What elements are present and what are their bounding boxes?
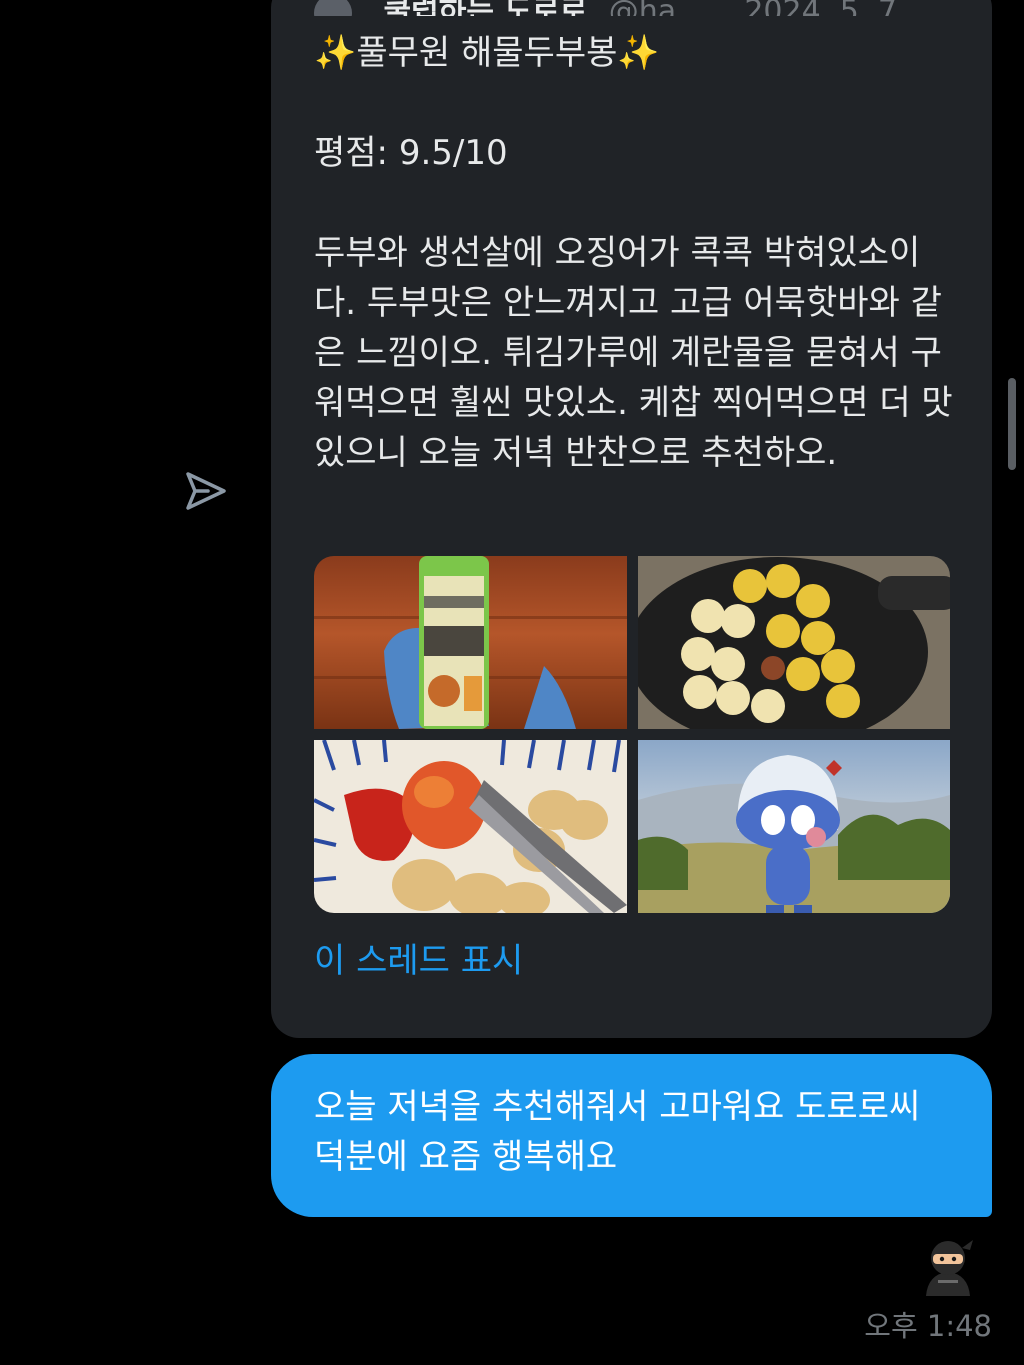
product-package-graphic	[314, 556, 627, 729]
author-name: 쿨럽하는 도로로	[384, 0, 588, 16]
media-grid[interactable]	[314, 556, 950, 913]
scrollbar-thumb[interactable]	[1008, 378, 1016, 470]
cartoon-character-photo[interactable]	[638, 740, 950, 913]
cartoon-character-graphic	[638, 755, 950, 913]
share-icon[interactable]	[180, 466, 230, 516]
message-timestamp: 오후 1:48	[864, 1309, 992, 1343]
message-text: 오늘 저녁을 추천해줘서 고마워요 도로로씨 덕분에 요즘 행복해요	[314, 1087, 921, 1177]
tweet-body: 두부와 생선살에 오징어가 콕콕 박혀있소이다. 두부맛은 안느껴지고 고급 어…	[314, 233, 953, 473]
ketchup-tongs-graphic	[314, 740, 627, 913]
ninja-emoji-icon[interactable]	[918, 1236, 978, 1296]
frying-pan-photo[interactable]	[638, 556, 950, 729]
product-package-photo[interactable]	[314, 556, 627, 729]
tweet-date: 2024. 5. 7.	[744, 0, 906, 16]
quoted-tweet-header: 쿨럽하는 도로로 @ha... 2024. 5. 7.	[314, 0, 954, 16]
author-handle: @ha...	[609, 0, 705, 16]
tweet-rating: 평점: 9.5/10	[314, 133, 508, 173]
frying-pan-graphic	[638, 557, 950, 729]
ketchup-tongs-photo[interactable]	[314, 740, 627, 913]
tweet-text: ✨풀무원 해물두부봉✨ 평점: 9.5/10 두부와 생선살에 오징어가 콕콕 …	[314, 28, 954, 478]
show-thread-link[interactable]: 이 스레드 표시	[314, 936, 523, 986]
tweet-title: ✨풀무원 해물두부봉✨	[314, 33, 660, 73]
author-avatar	[314, 0, 352, 16]
